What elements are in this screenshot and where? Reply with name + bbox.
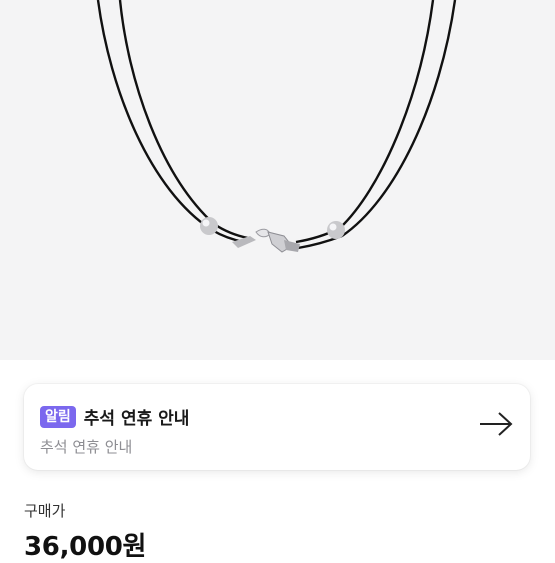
notice-header: 알림 추석 연휴 안내 — [40, 404, 189, 429]
notice-badge: 알림 — [40, 405, 76, 428]
product-info-sheet: 알림 추석 연휴 안내 추석 연휴 안내 구매가 36,000원 — [0, 360, 555, 562]
notice-card[interactable]: 알림 추석 연휴 안내 추석 연휴 안내 — [24, 384, 530, 470]
product-image[interactable] — [0, 0, 555, 360]
notice-subtitle: 추석 연휴 안내 — [40, 438, 133, 456]
arrow-right-icon[interactable] — [478, 410, 514, 442]
necklace-illustration — [96, 0, 457, 253]
notice-title: 추석 연휴 안내 — [83, 409, 190, 429]
price-label: 구매가 — [24, 502, 66, 520]
price-value: 36,000원 — [24, 532, 147, 562]
